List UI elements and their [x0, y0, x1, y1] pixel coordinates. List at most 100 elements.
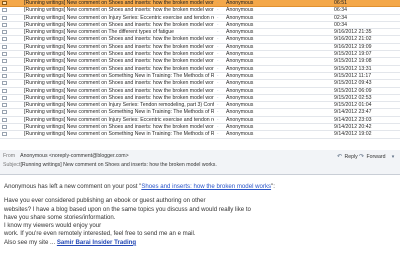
- thread-dot: ·: [217, 43, 219, 50]
- message-row[interactable]: [Running writings] New comment on Shoes …: [0, 124, 400, 132]
- envelope-icon: [2, 125, 8, 130]
- forward-icon: ↷: [359, 154, 365, 160]
- header-subject: Subject [Running writings] New comment o…: [3, 162, 303, 168]
- message-subject: [Running writings] New comment on Injury…: [24, 14, 214, 21]
- envelope-icon: [2, 132, 8, 137]
- envelope-icon: [2, 52, 8, 57]
- message-from: Anonymous: [226, 80, 254, 87]
- message-row[interactable]: [Running writings] New comment on Shoes …: [0, 58, 400, 66]
- message-row[interactable]: [Running writings] New comment on Injury…: [0, 116, 400, 125]
- forward-button[interactable]: ↷ Forward: [359, 153, 385, 162]
- forward-label: Forward: [366, 154, 386, 160]
- thread-dot: ·: [217, 29, 219, 36]
- thread-dot: ·: [217, 0, 219, 6]
- message-from: Anonymous: [226, 116, 254, 123]
- message-row[interactable]: [Running writings] New comment on Shoes …: [0, 7, 400, 15]
- message-subject: [Running writings] New comment on Shoes …: [24, 0, 214, 6]
- thread-dot: ·: [217, 116, 219, 123]
- envelope-icon: [2, 1, 8, 6]
- message-from: Anonymous: [226, 102, 254, 109]
- thread-dot: ·: [217, 36, 219, 43]
- message-row[interactable]: [Running writings] New comment on Shoes …: [0, 66, 400, 73]
- intro-line: Anonymous has left a new comment on your…: [4, 183, 396, 191]
- message-from: Anonymous: [226, 43, 254, 50]
- envelope-icon: [2, 73, 8, 79]
- message-from: Anonymous: [226, 14, 254, 21]
- envelope-icon: [2, 30, 8, 35]
- message-row[interactable]: [Running writings] New comment on Someth…: [0, 131, 400, 139]
- message-subject: [Running writings] New comment on The di…: [24, 29, 175, 36]
- body-line: work. If you're even remotely interested…: [4, 230, 196, 238]
- from-label: From: [3, 153, 16, 159]
- message-from: Anonymous: [226, 65, 254, 72]
- envelope-icon: [2, 59, 8, 64]
- message-header: From Anonymous <noreply-comment@blogger.…: [0, 150, 400, 175]
- message-body: Anonymous has left a new comment on your…: [4, 183, 396, 247]
- thread-dot: ·: [217, 65, 219, 72]
- message-row[interactable]: [Running writings] New comment on Injury…: [0, 102, 400, 110]
- message-from: Anonymous: [226, 51, 254, 58]
- message-date: 00:34: [334, 21, 347, 28]
- thread-dot: ·: [217, 131, 219, 138]
- message-subject: [Running writings] New comment on Shoes …: [24, 80, 214, 87]
- body-line: Have you ever considered publishing an e…: [4, 197, 206, 205]
- message-date: 9/16/2012 21:35: [334, 29, 372, 36]
- more-actions-button[interactable]: ▾: [389, 153, 397, 162]
- intro-suffix: ":: [271, 183, 275, 190]
- thread-dot: ·: [217, 58, 219, 65]
- envelope-icon: [2, 22, 8, 28]
- message-date: 06:51: [334, 0, 347, 6]
- envelope-icon: [2, 110, 8, 115]
- thread-dot: ·: [217, 94, 219, 101]
- intro-prefix: Anonymous has left a new comment on your…: [4, 183, 142, 190]
- envelope-icon: [2, 66, 8, 72]
- message-date: 06:34: [334, 7, 347, 14]
- message-row[interactable]: [Running writings] New comment on Shoes …: [0, 88, 400, 95]
- message-date: 9/15/2012 13:31: [334, 65, 372, 72]
- reply-button[interactable]: ↶ Reply: [337, 153, 358, 162]
- thread-dot: ·: [217, 51, 219, 58]
- message-row[interactable]: [Running writings] New comment on Shoes …: [0, 80, 400, 88]
- message-from: Anonymous: [226, 0, 254, 6]
- envelope-icon: [2, 103, 8, 108]
- message-row[interactable]: [Running writings] New comment on Someth…: [0, 109, 400, 117]
- envelope-icon: [2, 37, 8, 42]
- envelope-icon: [2, 44, 8, 50]
- message-date: 9/14/2012 19:02: [334, 131, 372, 138]
- post-link[interactable]: Shoes and inserts: how the broken model …: [141, 183, 271, 190]
- message-from: Anonymous: [226, 94, 254, 101]
- message-row[interactable]: [Running writings] New comment on Injury…: [0, 15, 400, 22]
- envelope-icon: [2, 95, 8, 101]
- thread-dot: ·: [217, 7, 219, 14]
- message-date: 9/15/2012 09:43: [334, 80, 372, 87]
- message-from: Anonymous: [226, 109, 254, 116]
- message-subject: [Running writings] New comment on Shoes …: [24, 21, 214, 28]
- message-date: 9/14/2012 23:03: [334, 116, 372, 123]
- message-date: 02:34: [334, 14, 347, 21]
- message-row[interactable]: [Running writings] New comment on The di…: [0, 29, 400, 37]
- thread-dot: ·: [217, 87, 219, 94]
- message-date: 9/15/2012 01:04: [334, 102, 372, 109]
- signature-link[interactable]: Samir Barai Insider Trading: [57, 239, 136, 246]
- message-date: 9/14/2012 23:47: [334, 109, 372, 116]
- envelope-icon: [2, 88, 8, 94]
- message-row[interactable]: [Running writings] New comment on Shoes …: [0, 0, 400, 8]
- message-subject: [Running writings] New comment on Someth…: [24, 109, 214, 116]
- message-subject: [Running writings] New comment on Shoes …: [24, 65, 214, 72]
- message-subject: [Running writings] New comment on Someth…: [24, 131, 214, 138]
- message-from: Anonymous: [226, 131, 254, 138]
- thread-dot: ·: [217, 102, 219, 109]
- message-row[interactable]: [Running writings] New comment on Shoes …: [0, 36, 400, 44]
- message-row[interactable]: [Running writings] New comment on Shoes …: [0, 21, 400, 30]
- message-subject: [Running writings] New comment on Shoes …: [24, 124, 214, 131]
- message-from: Anonymous: [226, 72, 254, 79]
- message-row[interactable]: [Running writings] New comment on Shoes …: [0, 51, 400, 59]
- message-date: 9/15/2012 11:17: [334, 72, 372, 79]
- message-subject: [Running writings] New comment on Shoes …: [24, 58, 214, 65]
- envelope-icon: [2, 15, 8, 21]
- message-row[interactable]: [Running writings] New comment on Someth…: [0, 72, 400, 81]
- message-row[interactable]: [Running writings] New comment on Shoes …: [0, 94, 400, 103]
- thread-dot: ·: [217, 21, 219, 28]
- message-date: 9/15/2012 06:09: [334, 87, 372, 94]
- message-row[interactable]: [Running writings] New comment on Shoes …: [0, 43, 400, 52]
